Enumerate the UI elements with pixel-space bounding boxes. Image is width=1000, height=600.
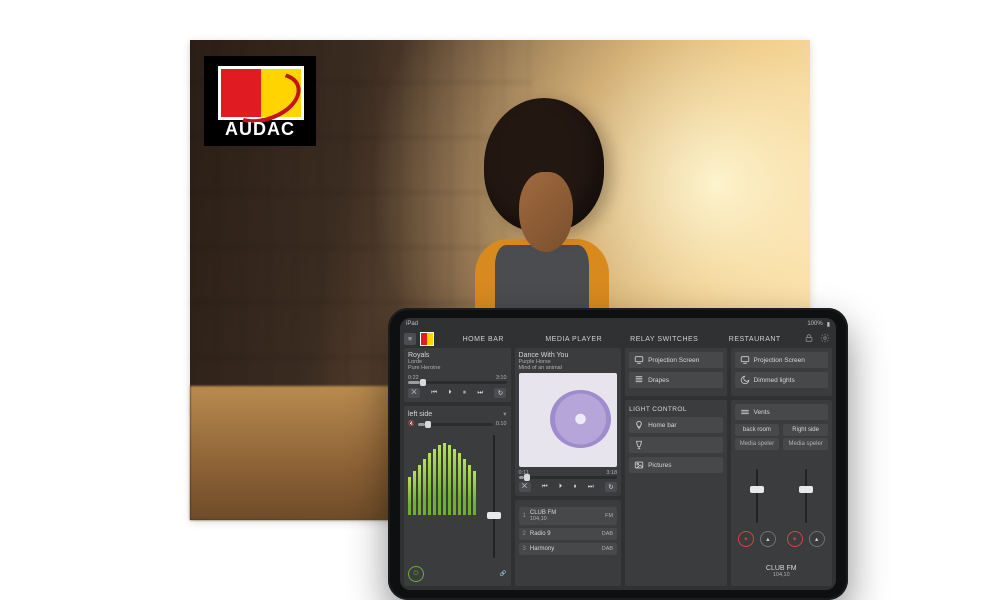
tuned-name: CLUB FM — [739, 565, 824, 572]
prev-button[interactable]: ⏮ — [431, 389, 437, 397]
relay-group-2: Projection Screen Dimmed lights — [731, 348, 832, 396]
m-title: Dance With You — [519, 352, 618, 359]
np-progress[interactable] — [408, 381, 507, 384]
relay-projection-screen[interactable]: Projection Screen — [735, 352, 828, 368]
relay-dimmed-lights[interactable]: Dimmed lights — [735, 372, 828, 388]
m-total: 3:18 — [606, 470, 617, 476]
level-text: 0.10 — [496, 421, 507, 427]
tab-relays[interactable]: RELAY SWITCHES — [619, 333, 710, 346]
tab-home-bar[interactable]: HOME BAR — [438, 333, 529, 346]
zone1-source[interactable]: Media speler — [735, 438, 780, 450]
brand-text: AUDAC — [208, 119, 312, 140]
app-logo-icon — [420, 332, 434, 346]
zone-backroom[interactable]: back room — [735, 424, 780, 436]
relay-projection-screen[interactable]: Projection Screen — [629, 352, 722, 368]
zone1-up[interactable]: ▴ — [760, 531, 776, 547]
next-button[interactable]: ⏭ — [477, 389, 483, 397]
relay-[interactable] — [629, 437, 722, 453]
station-row[interactable]: 2Radio 9DAB — [519, 528, 618, 540]
link-icon[interactable]: 🔗 — [500, 571, 507, 577]
tab-media[interactable]: MEDIA PLAYER — [529, 333, 620, 346]
zone-fader[interactable] — [482, 431, 507, 562]
vu-meter — [408, 431, 476, 515]
station-row[interactable]: 3HarmonyDAB — [519, 543, 618, 555]
m-next[interactable]: ⏭ — [588, 483, 594, 491]
relay-drapes[interactable]: Drapes — [629, 372, 722, 388]
battery-text: 100% — [807, 321, 822, 327]
battery-icon: ▮ — [827, 321, 830, 328]
shuffle-button[interactable]: ⨉ — [408, 388, 420, 398]
zone-label: left side — [408, 411, 432, 418]
tuned-station[interactable]: CLUB FM 104,10 — [735, 561, 828, 582]
station-list: 1CLUB FM104,10FM 2Radio 9DAB 3HarmonyDAB — [515, 500, 622, 586]
vinyl-icon — [550, 390, 611, 448]
restaurant-panel: Vents back room Right side Media speler … — [731, 400, 832, 586]
power-button[interactable]: ⏻ — [408, 566, 424, 582]
m-play[interactable]: ⏵ — [559, 483, 562, 491]
zone2-fader[interactable]: ▾ ▴ — [783, 463, 828, 549]
zone1-down[interactable]: ▾ — [738, 531, 754, 547]
zone-rightside[interactable]: Right side — [783, 424, 828, 436]
relay-home-bar[interactable]: Home bar — [629, 417, 722, 433]
zone-volume-h[interactable] — [418, 423, 493, 426]
album-art — [519, 373, 618, 467]
pause-button[interactable]: ⏸ — [463, 389, 466, 397]
mute-icon[interactable]: 🔇 — [408, 421, 415, 427]
menu-button[interactable]: ≡ — [404, 333, 416, 345]
repeat-button[interactable]: ↻ — [494, 388, 506, 398]
tuned-freq: 104,10 — [739, 572, 824, 578]
m-prev[interactable]: ⏮ — [542, 483, 548, 491]
dropdown-icon[interactable]: ▾ — [503, 410, 506, 418]
audac-logo: AUDAC — [204, 56, 316, 146]
vents-label: Vents — [754, 409, 770, 416]
tab-restaurant[interactable]: RESTAURANT — [710, 333, 801, 346]
np-title: Royals — [408, 352, 507, 359]
zone1-fader[interactable]: ▾ ▴ — [735, 463, 780, 549]
play-button[interactable]: ⏵ — [448, 389, 451, 397]
tablet-frame: iPad 100% ▮ ≡ HOME BAR MEDIA PLAYER RELA… — [388, 308, 848, 600]
m-album: Mind of an animal — [519, 365, 618, 371]
zone2-source[interactable]: Media speler — [783, 438, 828, 450]
device-label: iPad — [406, 321, 418, 327]
m-shuffle[interactable]: ⨉ — [519, 482, 531, 492]
tab-strip: HOME BAR MEDIA PLAYER RELAY SWITCHES RES… — [438, 333, 800, 346]
app-screen: iPad 100% ▮ ≡ HOME BAR MEDIA PLAYER RELA… — [400, 318, 836, 590]
zone2-up[interactable]: ▴ — [809, 531, 825, 547]
homebar-nowplaying: Royals Lorde Pure Heroine 0:22 3:10 ⨉ ⏮ … — [404, 348, 511, 402]
homebar-zone: left side ▾ 🔇 0.10 — [404, 406, 511, 586]
vents-toggle[interactable]: Vents — [735, 404, 828, 420]
app-top-bar: ≡ HOME BAR MEDIA PLAYER RELAY SWITCHES R… — [400, 330, 836, 348]
settings-icon[interactable] — [820, 333, 832, 345]
lock-icon[interactable] — [804, 333, 816, 345]
zone2-down[interactable]: ▾ — [787, 531, 803, 547]
m-repeat[interactable]: ↻ — [605, 482, 617, 492]
m-progress[interactable] — [519, 476, 618, 479]
relay-group-1: Projection Screen Drapes — [625, 348, 726, 396]
media-track-card: Dance With You Purple Horse Mind of an a… — [515, 348, 622, 496]
ipad-status-bar: iPad 100% ▮ — [400, 318, 836, 330]
station-row[interactable]: 1CLUB FM104,10FM — [519, 507, 618, 525]
np-album: Pure Heroine — [408, 365, 507, 371]
light-heading: LIGHT CONTROL — [629, 406, 722, 413]
m-pause[interactable]: ⏸ — [573, 483, 576, 491]
relay-pictures[interactable]: Pictures — [629, 457, 722, 473]
light-control: LIGHT CONTROL Home bar Pictures — [625, 400, 726, 586]
